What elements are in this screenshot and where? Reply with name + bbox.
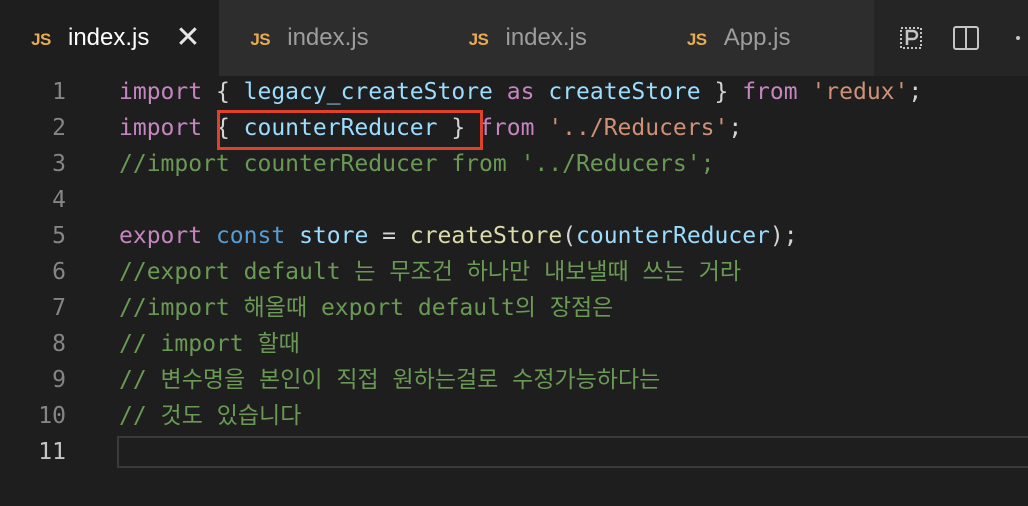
tab-bar: JS index.js ✕ JS index.js JS index.js JS… [0,0,1028,76]
code-token: counterReducer [576,223,770,249]
code-token: ( [562,223,577,249]
tab-label: index.js [68,24,150,51]
code-token: ); [769,223,798,249]
line-number: 4 [52,187,66,213]
code-token: } [700,79,743,105]
code-token: // 것도 있습니다 [119,403,302,429]
line-number: 10 [38,403,66,429]
code-token: import [119,79,203,105]
line-code: //import 해올때 export default의 장점은 [119,290,613,326]
line-number: 7 [52,295,66,321]
js-file-icon: JS [686,29,707,49]
code-editor[interactable]: 1 import { legacy_createStore as createSt… [0,76,1028,506]
code-token: createStore [409,223,563,249]
editor-actions [874,0,1028,76]
close-icon[interactable]: ✕ [175,23,200,53]
line-number: 2 [52,115,66,141]
code-token: = [368,223,410,249]
code-token: // import 할때 [119,331,300,357]
line-number: 8 [52,331,66,357]
highlight-box [217,110,483,150]
current-line-highlight [117,436,1028,468]
line-number: 1 [52,79,66,105]
code-token: legacy_createStore [243,79,493,105]
line-number: 5 [52,223,66,249]
code-token: ; [728,115,743,141]
more-actions-icon[interactable] [1008,25,1028,51]
line-code: export const store = createStore(counter… [119,218,798,254]
split-editor-icon[interactable] [952,25,980,51]
code-token: from [742,79,798,105]
line-number: 6 [52,259,66,285]
tab-label: index.js [505,24,587,51]
code-token: as [506,79,535,105]
js-file-icon: JS [31,29,51,49]
tab-app-js[interactable]: JS App.js [655,0,874,76]
js-file-icon: JS [250,29,271,49]
js-file-icon: JS [468,29,489,49]
code-token: from [479,115,535,141]
line-number: 9 [52,367,66,393]
open-preview-icon[interactable] [898,25,924,51]
line-code: //import counterReducer from '../Reducer… [119,146,714,182]
tab-index-js-active[interactable]: JS index.js ✕ [0,0,220,76]
code-token: ; [908,79,923,105]
line-code: //export default 는 무조건 하나만 내보낼때 쓰는 거라 [119,254,741,290]
tab-index-js-3[interactable]: JS index.js [437,0,656,76]
code-token: store [299,223,369,249]
line-number: 3 [52,151,66,177]
line-code: // 변수명을 본인이 직접 원하는걸로 수정가능하다는 [119,362,660,398]
code-token: { [202,79,244,105]
tab-index-js-2[interactable]: JS index.js [219,0,438,76]
code-token: import [119,115,203,141]
code-token: 'redux' [811,79,909,105]
line-code: import { legacy_createStore as createSto… [119,74,922,110]
code-token: const [215,223,286,249]
line-code: // import 할때 [119,326,300,362]
code-token: //export default 는 무조건 하나만 내보낼때 쓰는 거라 [119,259,742,285]
code-token: //import 해올때 export default의 장점은 [119,295,614,321]
line-number: 11 [38,439,66,465]
code-token: '../Reducers' [548,115,729,141]
tab-label: index.js [287,24,369,51]
code-token: // 변수명을 본인이 직접 원하는걸로 수정가능하다는 [119,367,661,393]
code-token: //import counterReducer from '../Reducer… [119,151,715,177]
line-code: // 것도 있습니다 [119,398,301,434]
tab-label: App.js [723,24,791,51]
code-token: export [119,223,203,249]
code-token: createStore [548,79,701,105]
